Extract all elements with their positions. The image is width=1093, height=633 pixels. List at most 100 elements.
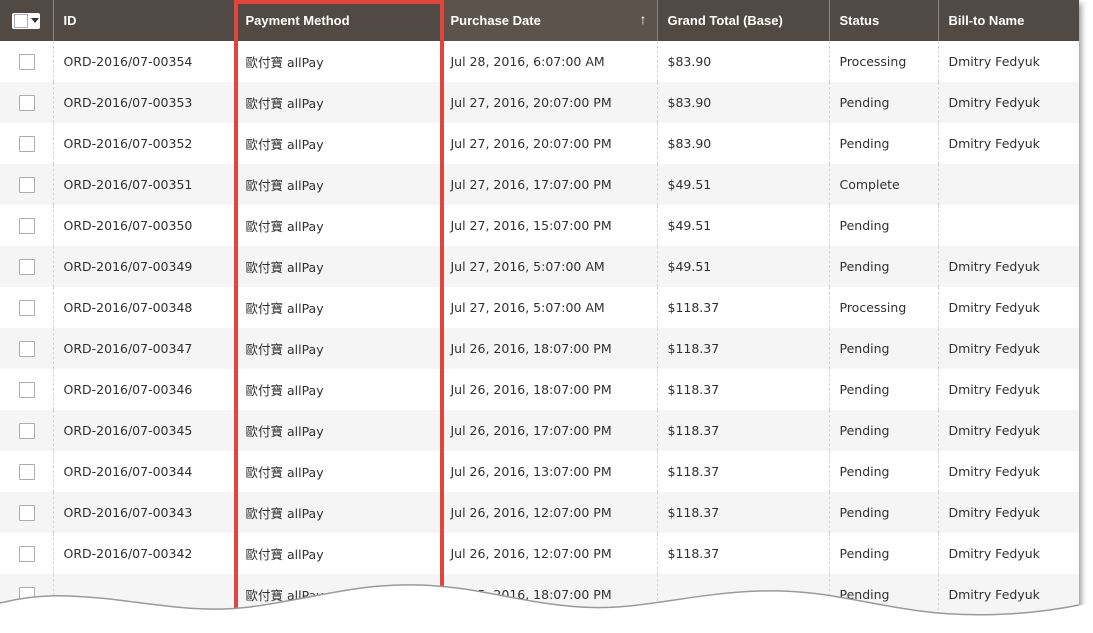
row-select-cell[interactable] [0, 287, 53, 328]
checkbox-icon[interactable] [19, 176, 35, 193]
checkbox-icon[interactable] [19, 340, 35, 357]
arrow-up-icon: ↑ [639, 11, 647, 27]
cell-grand-total: $83.90 [656, 82, 829, 123]
checkbox-icon[interactable] [19, 258, 35, 275]
row-select-cell[interactable] [0, 574, 53, 615]
cell-purchase-date: Jul 26, 2016, 18:07:00 PM [439, 369, 657, 410]
cell-bill-to-name: Dmitry Fedyuk [937, 287, 1079, 328]
cell-id: ORD-2016/07-00342 [52, 533, 235, 574]
table-row[interactable]: ORD-2016/07-00343 歐付寶 allPay Jul 26, 2016,… [0, 492, 1079, 533]
table-row[interactable]: ORD-2016/07-00349 歐付寶 allPay Jul 27, 2016,… [0, 246, 1079, 287]
cell-status: Complete [828, 164, 938, 205]
checkbox-icon[interactable] [19, 135, 35, 152]
cell-payment-method: 歐付寶 allPay [234, 451, 440, 492]
cell-status: Pending [828, 574, 938, 615]
row-select-cell[interactable] [0, 492, 53, 533]
row-select-cell[interactable] [0, 164, 53, 205]
table-row[interactable]: ORD-2016/07-00347 歐付寶 allPay Jul 26, 2016,… [0, 328, 1079, 369]
cell-purchase-date: Jul 25, 2016, 18:07:00 PM [439, 574, 657, 615]
row-select-cell[interactable] [0, 451, 53, 492]
checkbox-icon[interactable] [19, 586, 35, 603]
orders-grid: ID Payment Method Purchase Date ↑ Grand … [0, 0, 1079, 633]
checkbox-icon[interactable] [19, 504, 35, 521]
cell-status: Pending [828, 492, 938, 533]
table-row[interactable]: 歐付寶 allPay Jul 25, 2016, 18:07:00 PM Pendi… [0, 574, 1079, 615]
cell-purchase-date: Jul 26, 2016, 12:07:00 PM [439, 533, 657, 574]
column-header-id[interactable]: ID [52, 0, 235, 41]
checkbox-icon[interactable] [19, 463, 35, 480]
row-select-cell[interactable] [0, 205, 53, 246]
cell-id [52, 574, 235, 615]
row-select-cell[interactable] [0, 328, 53, 369]
cell-status: Pending [828, 123, 938, 164]
checkbox-icon[interactable] [19, 545, 35, 562]
row-select-cell[interactable] [0, 369, 53, 410]
cell-bill-to-name: Dmitry Fedyuk [937, 492, 1079, 533]
cell-grand-total: $49.51 [656, 205, 829, 246]
checkbox-icon[interactable] [19, 299, 35, 316]
column-header-grand-total[interactable]: Grand Total (Base) [656, 0, 829, 41]
checkbox-icon[interactable] [19, 217, 35, 234]
cell-purchase-date: Jul 26, 2016, 12:07:00 PM [439, 492, 657, 533]
table-row[interactable]: ORD-2016/07-00354 歐付寶 allPay Jul 28, 2016,… [0, 41, 1079, 82]
cell-payment-method: 歐付寶 allPay [234, 533, 440, 574]
cell-grand-total: $49.51 [656, 164, 829, 205]
table-body: ORD-2016/07-00354 歐付寶 allPay Jul 28, 2016,… [0, 41, 1079, 615]
row-select-cell[interactable] [0, 82, 53, 123]
cell-status: Pending [828, 328, 938, 369]
cell-status: Pending [828, 369, 938, 410]
cell-grand-total: $118.37 [656, 410, 829, 451]
cell-id: ORD-2016/07-00345 [52, 410, 235, 451]
cell-grand-total: $118.37 [656, 451, 829, 492]
cell-id: ORD-2016/07-00354 [52, 41, 235, 82]
mass-select-header[interactable] [0, 0, 53, 41]
cell-id: ORD-2016/07-00343 [52, 492, 235, 533]
table-row[interactable]: ORD-2016/07-00348 歐付寶 allPay Jul 27, 2016,… [0, 287, 1079, 328]
checkbox-icon[interactable] [19, 94, 35, 111]
cell-purchase-date: Jul 27, 2016, 15:07:00 PM [439, 205, 657, 246]
cell-payment-method: 歐付寶 allPay [234, 246, 440, 287]
table-row[interactable]: ORD-2016/07-00346 歐付寶 allPay Jul 26, 2016,… [0, 369, 1079, 410]
column-header-bill-to-name[interactable]: Bill-to Name [937, 0, 1079, 41]
table-header-row: ID Payment Method Purchase Date ↑ Grand … [0, 0, 1079, 41]
cell-grand-total [656, 574, 829, 615]
cell-grand-total: $118.37 [656, 533, 829, 574]
row-select-cell[interactable] [0, 246, 53, 287]
cell-payment-method: 歐付寶 allPay [234, 123, 440, 164]
row-select-cell[interactable] [0, 123, 53, 164]
cell-status: Pending [828, 246, 938, 287]
checkbox-dropdown-icon[interactable] [12, 12, 40, 29]
column-header-purchase-date[interactable]: Purchase Date ↑ [439, 0, 657, 41]
cell-payment-method: 歐付寶 allPay [234, 410, 440, 451]
table-row[interactable]: ORD-2016/07-00353 歐付寶 allPay Jul 27, 2016,… [0, 82, 1079, 123]
cell-bill-to-name: Dmitry Fedyuk [937, 41, 1079, 82]
row-select-cell[interactable] [0, 410, 53, 451]
checkbox-icon[interactable] [19, 422, 35, 439]
column-header-status[interactable]: Status [828, 0, 938, 41]
cell-grand-total: $118.37 [656, 328, 829, 369]
cell-purchase-date: Jul 26, 2016, 18:07:00 PM [439, 328, 657, 369]
row-select-cell[interactable] [0, 533, 53, 574]
cell-purchase-date: Jul 27, 2016, 20:07:00 PM [439, 123, 657, 164]
cell-id: ORD-2016/07-00352 [52, 123, 235, 164]
cell-bill-to-name: Dmitry Fedyuk [937, 533, 1079, 574]
cell-id: ORD-2016/07-00344 [52, 451, 235, 492]
cell-payment-method: 歐付寶 allPay [234, 287, 440, 328]
checkbox-icon[interactable] [19, 53, 35, 70]
cell-bill-to-name: Dmitry Fedyuk [937, 574, 1079, 615]
table-row[interactable]: ORD-2016/07-00350 歐付寶 allPay Jul 27, 2016,… [0, 205, 1079, 246]
table-row[interactable]: ORD-2016/07-00351 歐付寶 allPay Jul 27, 2016,… [0, 164, 1079, 205]
table-row[interactable]: ORD-2016/07-00345 歐付寶 allPay Jul 26, 2016,… [0, 410, 1079, 451]
column-header-payment-method[interactable]: Payment Method [234, 0, 440, 41]
cell-status: Processing [828, 41, 938, 82]
cell-grand-total: $83.90 [656, 123, 829, 164]
cell-payment-method: 歐付寶 allPay [234, 574, 440, 615]
row-select-cell[interactable] [0, 41, 53, 82]
table-row[interactable]: ORD-2016/07-00344 歐付寶 allPay Jul 26, 2016,… [0, 451, 1079, 492]
orders-table: ID Payment Method Purchase Date ↑ Grand … [0, 0, 1079, 615]
checkbox-icon[interactable] [19, 381, 35, 398]
cell-id: ORD-2016/07-00353 [52, 82, 235, 123]
table-row[interactable]: ORD-2016/07-00352 歐付寶 allPay Jul 27, 2016,… [0, 123, 1079, 164]
cell-purchase-date: Jul 28, 2016, 6:07:00 AM [439, 41, 657, 82]
table-row[interactable]: ORD-2016/07-00342 歐付寶 allPay Jul 26, 2016,… [0, 533, 1079, 574]
